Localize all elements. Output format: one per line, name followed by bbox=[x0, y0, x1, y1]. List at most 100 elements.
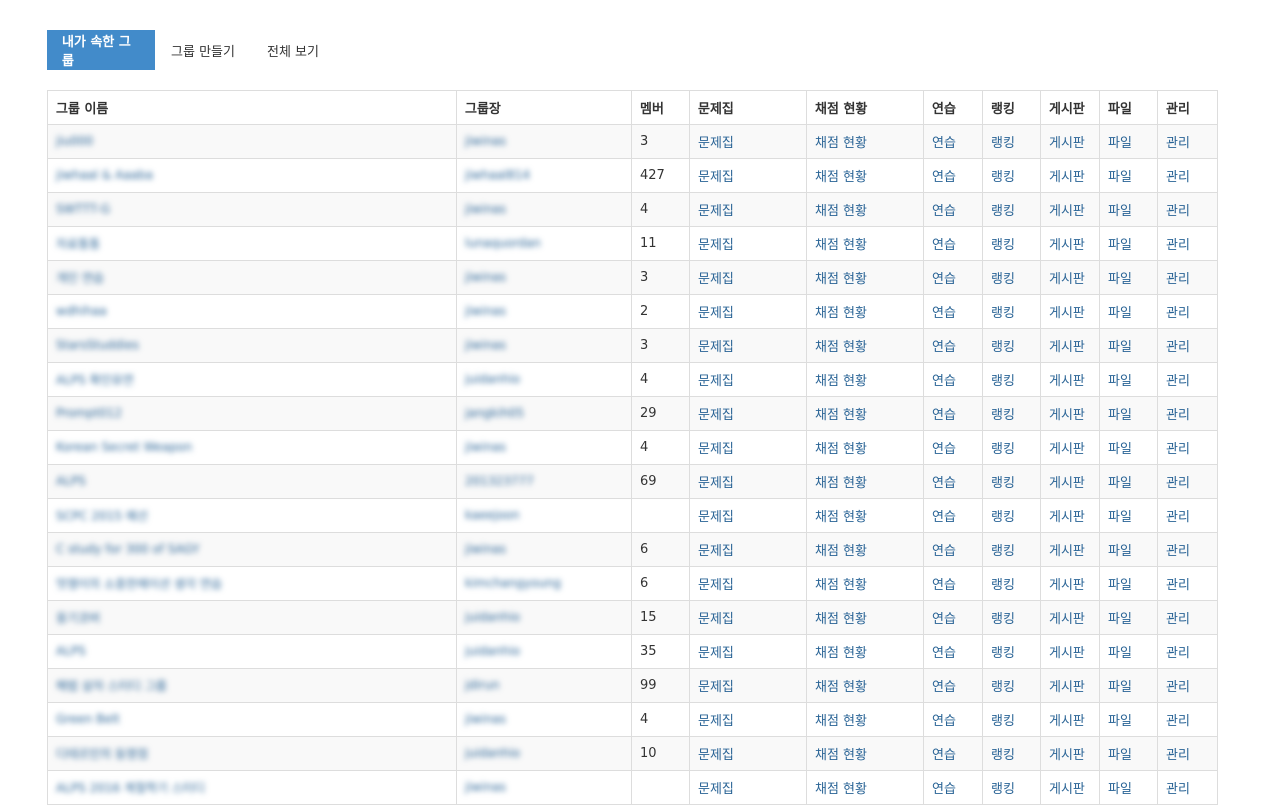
status-link[interactable]: 채점 현황 bbox=[815, 612, 867, 627]
group-name-link[interactable]: ALPS 2016 계절학기 스터디 bbox=[56, 779, 205, 796]
board-link[interactable]: 게시판 bbox=[1049, 510, 1085, 525]
status-link[interactable]: 채점 현황 bbox=[815, 646, 867, 661]
files-link[interactable]: 파일 bbox=[1108, 476, 1132, 491]
group-name-link[interactable]: 디테르민의 동명점 bbox=[56, 745, 148, 762]
manage-link[interactable]: 관리 bbox=[1166, 306, 1190, 321]
manage-link[interactable]: 관리 bbox=[1166, 408, 1190, 423]
leader-link[interactable]: jangkih05 bbox=[465, 406, 524, 420]
files-link[interactable]: 파일 bbox=[1108, 680, 1132, 695]
tab-create-group[interactable]: 그룹 만들기 bbox=[155, 30, 251, 70]
board-link[interactable]: 게시판 bbox=[1049, 476, 1085, 491]
board-link[interactable]: 게시판 bbox=[1049, 748, 1085, 763]
workbook-link[interactable]: 문제집 bbox=[698, 374, 734, 389]
leader-link[interactable]: juidanhio bbox=[465, 610, 520, 624]
manage-link[interactable]: 관리 bbox=[1166, 340, 1190, 355]
ranking-link[interactable]: 랭킹 bbox=[991, 136, 1015, 151]
practice-link[interactable]: 연습 bbox=[932, 442, 956, 457]
files-link[interactable]: 파일 bbox=[1108, 714, 1132, 729]
status-link[interactable]: 채점 현황 bbox=[815, 510, 867, 525]
group-name-link[interactable]: wdhihaa bbox=[56, 304, 107, 318]
practice-link[interactable]: 연습 bbox=[932, 646, 956, 661]
board-link[interactable]: 게시판 bbox=[1049, 714, 1085, 729]
leader-link[interactable]: juidanhio bbox=[465, 372, 520, 386]
ranking-link[interactable]: 랭킹 bbox=[991, 714, 1015, 729]
ranking-link[interactable]: 랭킹 bbox=[991, 578, 1015, 593]
status-link[interactable]: 채점 현황 bbox=[815, 374, 867, 389]
ranking-link[interactable]: 랭킹 bbox=[991, 476, 1015, 491]
ranking-link[interactable]: 랭킹 bbox=[991, 442, 1015, 457]
leader-link[interactable]: jiwhaal814 bbox=[465, 168, 530, 182]
ranking-link[interactable]: 랭킹 bbox=[991, 238, 1015, 253]
board-link[interactable]: 게시판 bbox=[1049, 238, 1085, 253]
practice-link[interactable]: 연습 bbox=[932, 680, 956, 695]
board-link[interactable]: 게시판 bbox=[1049, 646, 1085, 661]
files-link[interactable]: 파일 bbox=[1108, 374, 1132, 389]
board-link[interactable]: 게시판 bbox=[1049, 136, 1085, 151]
workbook-link[interactable]: 문제집 bbox=[698, 408, 734, 423]
tab-view-all[interactable]: 전체 보기 bbox=[251, 30, 335, 70]
workbook-link[interactable]: 문제집 bbox=[698, 170, 734, 185]
leader-link[interactable]: jiwinas bbox=[465, 202, 506, 216]
practice-link[interactable]: 연습 bbox=[932, 272, 956, 287]
status-link[interactable]: 채점 현황 bbox=[815, 782, 867, 797]
practice-link[interactable]: 연습 bbox=[932, 612, 956, 627]
leader-link[interactable]: jiwinas bbox=[465, 304, 506, 318]
manage-link[interactable]: 관리 bbox=[1166, 782, 1190, 797]
manage-link[interactable]: 관리 bbox=[1166, 680, 1190, 695]
leader-link[interactable]: jiwinas bbox=[465, 270, 506, 284]
ranking-link[interactable]: 랭킹 bbox=[991, 646, 1015, 661]
ranking-link[interactable]: 랭킹 bbox=[991, 306, 1015, 321]
workbook-link[interactable]: 문제집 bbox=[698, 510, 734, 525]
status-link[interactable]: 채점 현황 bbox=[815, 442, 867, 457]
workbook-link[interactable]: 문제집 bbox=[698, 204, 734, 219]
group-name-link[interactable]: 개인 연습 bbox=[56, 269, 104, 286]
status-link[interactable]: 채점 현황 bbox=[815, 748, 867, 763]
workbook-link[interactable]: 문제집 bbox=[698, 612, 734, 627]
status-link[interactable]: 채점 현황 bbox=[815, 476, 867, 491]
manage-link[interactable]: 관리 bbox=[1166, 544, 1190, 559]
workbook-link[interactable]: 문제집 bbox=[698, 442, 734, 457]
group-name-link[interactable]: C study for 300 of SAGY bbox=[56, 542, 200, 556]
manage-link[interactable]: 관리 bbox=[1166, 272, 1190, 287]
leader-link[interactable]: kimchangyoung bbox=[465, 576, 561, 590]
group-name-link[interactable]: jiu000 bbox=[56, 134, 93, 148]
status-link[interactable]: 채점 현황 bbox=[815, 204, 867, 219]
workbook-link[interactable]: 문제집 bbox=[698, 578, 734, 593]
board-link[interactable]: 게시판 bbox=[1049, 204, 1085, 219]
manage-link[interactable]: 관리 bbox=[1166, 714, 1190, 729]
practice-link[interactable]: 연습 bbox=[932, 748, 956, 763]
manage-link[interactable]: 관리 bbox=[1166, 476, 1190, 491]
practice-link[interactable]: 연습 bbox=[932, 714, 956, 729]
ranking-link[interactable]: 랭킹 bbox=[991, 204, 1015, 219]
manage-link[interactable]: 관리 bbox=[1166, 510, 1190, 525]
files-link[interactable]: 파일 bbox=[1108, 442, 1132, 457]
group-name-link[interactable]: jiwhaal & Aaaba bbox=[56, 168, 153, 182]
status-link[interactable]: 채점 현황 bbox=[815, 340, 867, 355]
manage-link[interactable]: 관리 bbox=[1166, 442, 1190, 457]
status-link[interactable]: 채점 현황 bbox=[815, 238, 867, 253]
files-link[interactable]: 파일 bbox=[1108, 136, 1132, 151]
status-link[interactable]: 채점 현황 bbox=[815, 306, 867, 321]
leader-link[interactable]: 201323777 bbox=[465, 474, 534, 488]
group-name-link[interactable]: 멋쟁이의 소중한메이션 생각 연습 bbox=[56, 575, 222, 592]
board-link[interactable]: 게시판 bbox=[1049, 170, 1085, 185]
leader-link[interactable]: juidanhio bbox=[465, 644, 520, 658]
board-link[interactable]: 게시판 bbox=[1049, 782, 1085, 797]
workbook-link[interactable]: 문제집 bbox=[698, 544, 734, 559]
ranking-link[interactable]: 랭킹 bbox=[991, 680, 1015, 695]
ranking-link[interactable]: 랭킹 bbox=[991, 170, 1015, 185]
practice-link[interactable]: 연습 bbox=[932, 782, 956, 797]
group-name-link[interactable]: 자료통통 bbox=[56, 235, 100, 252]
files-link[interactable]: 파일 bbox=[1108, 204, 1132, 219]
group-name-link[interactable]: ALPS bbox=[56, 474, 86, 488]
status-link[interactable]: 채점 현황 bbox=[815, 408, 867, 423]
files-link[interactable]: 파일 bbox=[1108, 170, 1132, 185]
files-link[interactable]: 파일 bbox=[1108, 782, 1132, 797]
group-name-link[interactable]: StarsStuddies bbox=[56, 338, 139, 352]
group-name-link[interactable]: 웅기코버 bbox=[56, 609, 100, 626]
board-link[interactable]: 게시판 bbox=[1049, 272, 1085, 287]
board-link[interactable]: 게시판 bbox=[1049, 442, 1085, 457]
manage-link[interactable]: 관리 bbox=[1166, 136, 1190, 151]
files-link[interactable]: 파일 bbox=[1108, 578, 1132, 593]
status-link[interactable]: 채점 현황 bbox=[815, 714, 867, 729]
